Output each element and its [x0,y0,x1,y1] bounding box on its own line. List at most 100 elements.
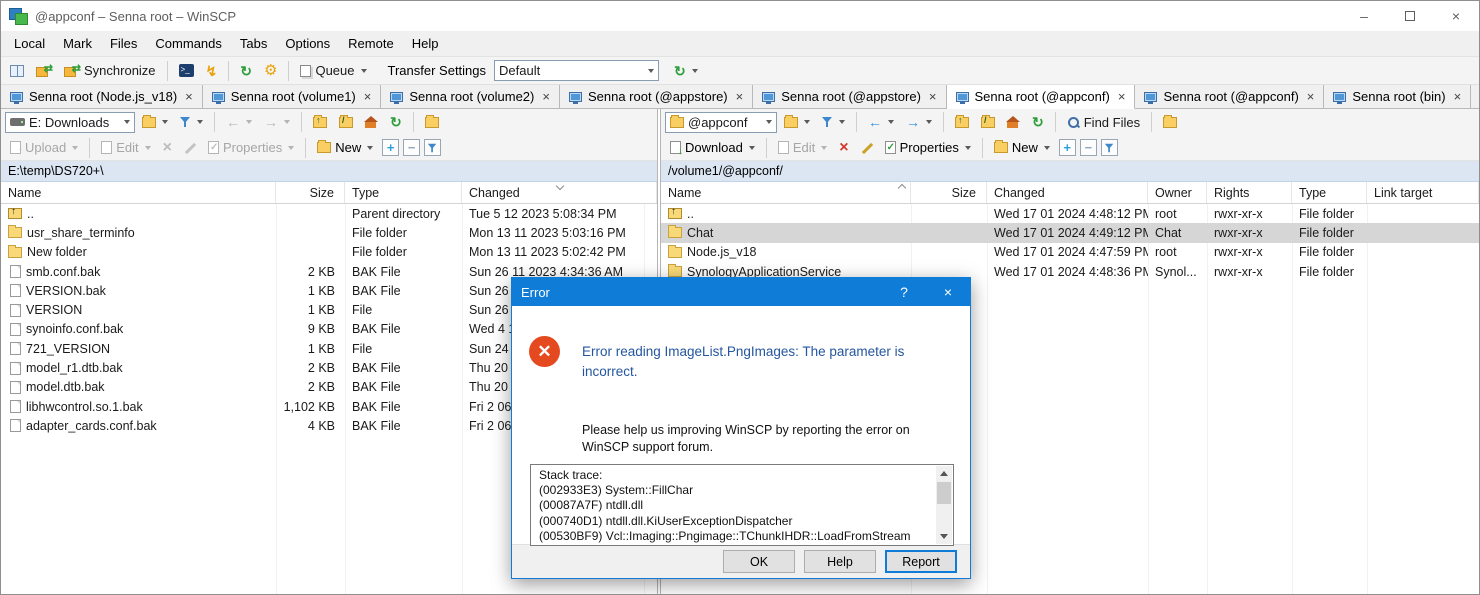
session-tab[interactable]: Senna root (volume1) × [203,85,382,108]
remote-back-button[interactable]: ← [863,112,899,132]
menu-item[interactable]: Commands [146,33,230,54]
open-in-putty-button[interactable]: ↯ [201,61,223,81]
toggle-panes-button[interactable] [5,62,29,80]
column-header-link-target[interactable]: Link target [1367,182,1479,203]
scroll-up-icon[interactable] [936,466,952,481]
session-tab[interactable]: Senna root (@appstore) × [753,85,946,108]
file-row[interactable]: Node.js_v18 Wed 17 01 2024 4:47:59 PM ro… [661,243,1479,262]
local-path-bar[interactable]: E:\temp\DS720+\ [1,161,657,182]
remote-edit-button[interactable]: Edit [773,137,832,158]
help-button[interactable]: Help [804,550,876,573]
remote-root-dir-button[interactable]: / [976,114,1000,131]
session-tab[interactable]: Senna root (bin) × [1324,85,1471,108]
select-add-button[interactable]: + [382,139,399,156]
select-remove-button[interactable]: − [1080,139,1097,156]
menu-item[interactable]: Remote [339,33,403,54]
local-parent-dir-button[interactable]: ↑ [308,114,332,131]
remote-home-dir-button[interactable] [1002,114,1025,131]
local-forward-button[interactable]: → [259,112,295,132]
column-header-changed[interactable]: Changed [987,182,1148,203]
scrollbar-thumb[interactable] [937,482,951,504]
remote-rename-button[interactable] [856,139,878,157]
tab-close-icon[interactable]: × [542,89,550,104]
local-rename-button[interactable] [179,139,201,157]
queue-button[interactable]: Queue [295,60,371,81]
remote-new-button[interactable]: New [989,137,1055,158]
column-header-size[interactable]: Size [276,182,345,203]
remote-parent-dir-button[interactable]: ↑ [950,114,974,131]
file-row[interactable]: Chat Wed 17 01 2024 4:49:12 PM Chat rwxr… [661,223,1479,242]
remote-path-bar[interactable]: /volume1/@appconf/ [661,161,1479,182]
file-row[interactable]: usr_share_terminfo File folder Mon 13 11… [1,223,657,242]
remote-dir-select[interactable]: @appconf [665,112,777,133]
remote-forward-button[interactable]: → [901,112,937,132]
column-header-name[interactable]: Name [1,182,276,203]
open-console-button[interactable]: >_ [174,61,199,80]
close-button[interactable]: × [1433,1,1479,31]
session-tab[interactable]: Senna root (Node.js_v18) × [1,85,203,108]
column-header-owner[interactable]: Owner [1148,182,1207,203]
menu-item[interactable]: Files [101,33,146,54]
session-tab[interactable]: Senna root (@appconf) × [1135,85,1324,108]
local-drive-select[interactable]: E: Downloads [5,112,135,133]
transfer-settings-select[interactable]: Default [494,60,659,81]
select-filter-button[interactable] [424,139,441,156]
local-filter-button[interactable] [175,113,208,131]
column-header-name[interactable]: Name [661,182,911,203]
remote-delete-button[interactable]: × [834,137,853,159]
remote-open-in-other-panel-button[interactable] [1158,114,1182,131]
local-edit-button[interactable]: Edit [96,137,155,158]
download-button[interactable]: ↓ Download [665,137,760,158]
file-row[interactable]: New folder File folder Mon 13 11 2023 5:… [1,243,657,262]
local-open-in-other-panel-button[interactable] [420,114,444,131]
menu-item[interactable]: Tabs [231,33,276,54]
tab-close-icon[interactable]: × [364,89,372,104]
minimize-button[interactable]: – [1341,1,1387,31]
session-tab[interactable]: Senna root (@appconf) × [947,85,1136,109]
tab-close-icon[interactable]: × [1454,89,1462,104]
synchronize-browsing-dropdown[interactable]: ↻ [669,61,703,81]
menu-item[interactable]: Local [5,33,54,54]
preferences-button[interactable]: ⚙ [259,60,282,81]
column-header-changed[interactable]: Changed [462,182,657,203]
column-header-type[interactable]: Type [345,182,462,203]
select-filter-button[interactable] [1101,139,1118,156]
local-properties-button[interactable]: Properties [203,137,299,158]
select-add-button[interactable]: + [1059,139,1076,156]
tab-close-icon[interactable]: × [929,89,937,104]
column-header-type[interactable]: Type [1292,182,1367,203]
menu-item[interactable]: Help [403,33,448,54]
file-row[interactable]: .. Parent directory Tue 5 12 2023 5:08:3… [1,204,657,223]
stack-trace-box[interactable]: Stack trace:(002933E3) System::FillChar(… [530,464,954,546]
local-open-dir-button[interactable] [137,114,173,131]
local-back-button[interactable]: ← [221,112,257,132]
remote-open-dir-button[interactable] [779,114,815,131]
scrollbar[interactable] [936,466,952,544]
column-header-rights[interactable]: Rights [1207,182,1292,203]
dialog-help-button[interactable]: ? [882,278,926,306]
find-files-button[interactable]: Find Files [1062,112,1145,133]
tab-close-icon[interactable]: × [185,89,193,104]
local-new-button[interactable]: New [312,137,378,158]
tab-close-icon[interactable]: × [736,89,744,104]
menu-item[interactable]: Mark [54,33,101,54]
remote-filter-button[interactable] [817,113,850,131]
maximize-button[interactable] [1387,1,1433,31]
remote-refresh-button[interactable]: ↻ [1027,112,1049,132]
scroll-down-icon[interactable] [936,529,952,544]
local-home-dir-button[interactable] [360,114,383,131]
file-row[interactable]: .. Wed 17 01 2024 4:48:12 PM root rwxr-x… [661,204,1479,223]
column-header-size[interactable]: Size [911,182,987,203]
session-tab[interactable]: Senna root (volume2) × [381,85,560,108]
local-delete-button[interactable]: × [158,137,177,159]
upload-button[interactable]: ↑ Upload [5,137,83,158]
local-root-dir-button[interactable]: / [334,114,358,131]
refresh-button[interactable]: ↻ [235,61,257,81]
tab-close-icon[interactable]: × [1118,89,1126,104]
sync-browsing-button[interactable] [31,62,57,80]
report-button[interactable]: Report [885,550,957,573]
session-tab[interactable]: Senna root (@appstore) × [560,85,753,108]
remote-properties-button[interactable]: Properties [880,137,976,158]
synchronize-button[interactable]: Synchronize [59,60,161,81]
local-refresh-button[interactable]: ↻ [385,112,407,132]
